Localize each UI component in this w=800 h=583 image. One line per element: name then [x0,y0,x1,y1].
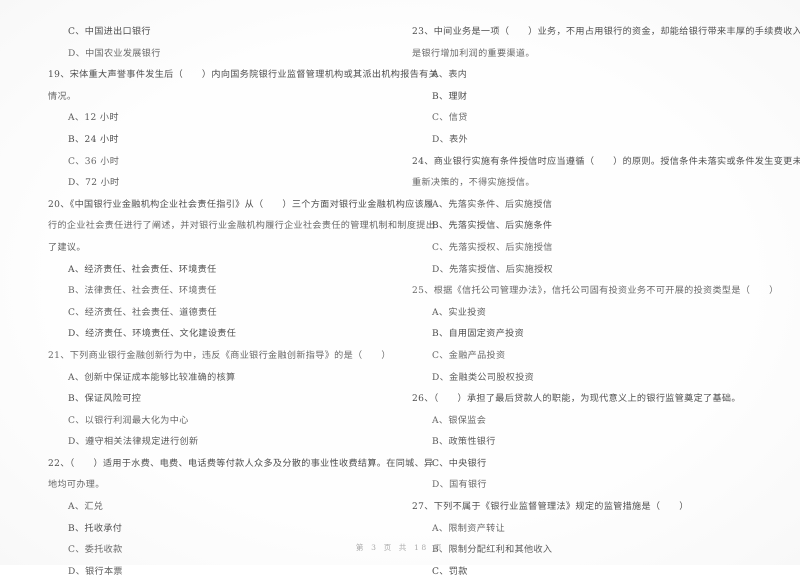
list-item: D、金融类公司股权投资 [432,372,535,383]
list-item: C、36 小时 [68,156,120,167]
left-column: C、中国进出口银行 D、中国农业发展银行 19、宋体重大声誉事件发生后（ ）内向… [0,22,439,577]
question-stem: 24、商业银行实施有条件授信时应当遵循（ ）的原则。授信条件未落实或条件发生变更… [412,156,800,167]
question-stem-cont: 情况。 [48,91,77,102]
list-item: B、保证风险可控 [68,394,142,405]
question-stem: 21、下列商业银行金融创新行为中，违反《商业银行金融创新指导》的是（ ） [48,350,391,361]
question-stem-cont: 了建议。 [48,242,86,253]
question-stem: 27、下列不属于《银行业监督管理法》规定的监管措施是（ ） [412,502,689,513]
list-item: D、中国农业发展银行 [68,48,161,59]
list-item: D、经济责任、环境责任、文化建设责任 [68,329,237,340]
list-item: D、先落实授信、后实施授权 [432,264,553,275]
list-item: B、自用固定资产投资 [432,329,525,340]
list-item: A、12 小时 [68,113,119,124]
question-stem: 26、（ ）承担了最后贷款人的职能，为现代意义上的银行监管奠定了基础。 [412,394,741,405]
question-stem: 23、中间业务是一项（ ）业务，不用占用银行的资金，却能给银行带来丰厚的手续费收… [412,27,800,37]
list-item: D、国有银行 [432,480,487,491]
list-item: C、中国进出口银行 [68,27,151,37]
two-column-body: C、中国进出口银行 D、中国农业发展银行 19、宋体重大声誉事件发生后（ ）内向… [0,22,800,577]
list-item: B、理财 [432,91,468,102]
list-item: D、银行本票 [68,566,123,577]
list-item: B、先落实授信、后实施条件 [432,221,553,232]
question-stem: 20、《中国银行业金融机构企业社会责任指引》从（ ）三个方面对银行业金融机构应该… [48,199,434,210]
list-item: D、72 小时 [68,178,120,189]
list-item: B、法律责任、社会责任、环境责任 [68,286,217,297]
list-item: C、金融产品投资 [432,350,506,361]
list-item: C、先落实授权、后实施授信 [432,242,553,253]
list-item: C、经济责任、社会责任、道德责任 [68,307,217,318]
question-stem-cont: 行的企业社会责任进行了阐述，并对银行业金融机构履行企业社会责任的管理机制和制度提… [48,221,436,232]
question-stem: 22、（ ）适用于水费、电费、电话费等付款人众多及分散的事业性收费结算。在同城、… [48,458,434,469]
list-item: A、汇兑 [68,502,104,513]
list-item: C、中央银行 [432,458,487,469]
list-item: A、先落实条件、后实施授信 [432,199,553,210]
page-footer: 第 3 页 共 18 页 [355,543,445,552]
list-item: C、以银行利润最大化为中心 [68,415,189,426]
list-item: B、24 小时 [68,134,119,145]
list-item: A、创新中保证成本能够比较准确的核算 [68,372,236,383]
list-item: D、表外 [432,134,468,145]
list-item: B、政策性银行 [432,437,496,448]
list-item: B、托收承付 [68,523,123,534]
list-item: C、罚款 [432,566,468,577]
scanned-page: C、中国进出口银行 D、中国农业发展银行 19、宋体重大声誉事件发生后（ ）内向… [0,0,800,577]
question-stem: 19、宋体重大声誉事件发生后（ ）内向国务院银行业监督管理机构或其派出机构报告有… [48,70,439,81]
right-column: 23、中间业务是一项（ ）业务，不用占用银行的资金，却能给银行带来丰厚的手续费收… [400,22,800,577]
list-item: A、限制资产转让 [432,523,506,534]
question-stem: 25、根据《信托公司管理办法》，信托公司固有投资业务不可开展的投资类型是（ ） [412,286,779,297]
list-item: A、实业投资 [432,307,487,318]
list-item: A、表内 [432,70,468,81]
list-item: A、经济责任、社会责任、环境责任 [68,264,217,275]
question-stem-cont: 重新决策的，不得实施授信。 [412,178,535,189]
list-item: C、信贷 [432,113,468,124]
question-stem-cont: 地均可办理。 [48,480,105,491]
list-item: A、银保监会 [432,415,487,426]
list-item: D、遵守相关法律规定进行创新 [68,437,199,448]
question-stem-cont: 是银行增加利润的重要渠道。 [412,48,535,59]
